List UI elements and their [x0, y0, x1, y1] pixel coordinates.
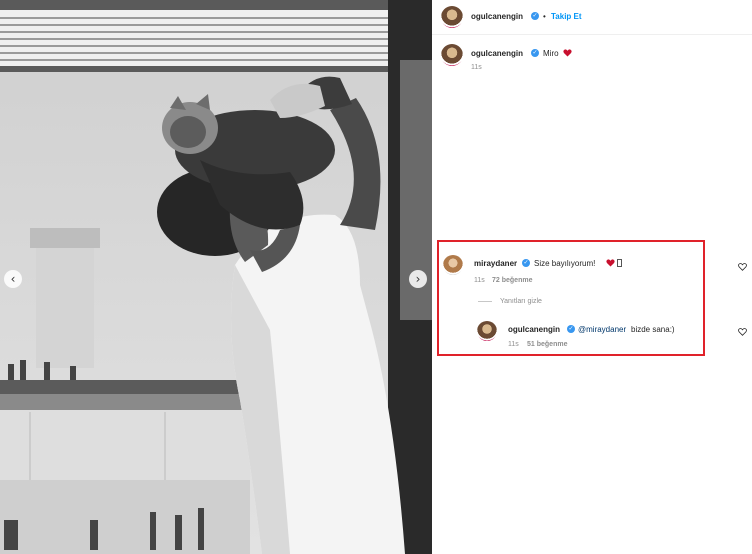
caption-time: 11s	[471, 64, 482, 71]
caption-username[interactable]: ogulcanengin	[471, 49, 523, 58]
verified-badge-icon: ✓	[531, 12, 539, 20]
post-photo-image	[0, 0, 432, 554]
highlight-box	[437, 240, 705, 356]
carousel-prev-icon[interactable]: ‹	[4, 270, 22, 288]
like-heart-icon[interactable]	[738, 328, 747, 336]
verified-badge-icon: ✓	[531, 49, 539, 57]
caption-avatar[interactable]	[441, 44, 463, 66]
caption-text: Miro	[543, 49, 559, 58]
header-divider	[432, 34, 752, 35]
author-avatar[interactable]	[441, 6, 463, 28]
follow-button[interactable]: Takip Et	[551, 12, 582, 21]
like-heart-icon[interactable]	[738, 263, 747, 271]
heart-emoji-icon	[563, 49, 572, 57]
post-photo: ‹ ›	[0, 0, 432, 554]
author-username[interactable]: ogulcanengin	[471, 12, 523, 21]
carousel-next-icon[interactable]: ›	[409, 270, 427, 288]
header-separator: •	[543, 12, 546, 21]
